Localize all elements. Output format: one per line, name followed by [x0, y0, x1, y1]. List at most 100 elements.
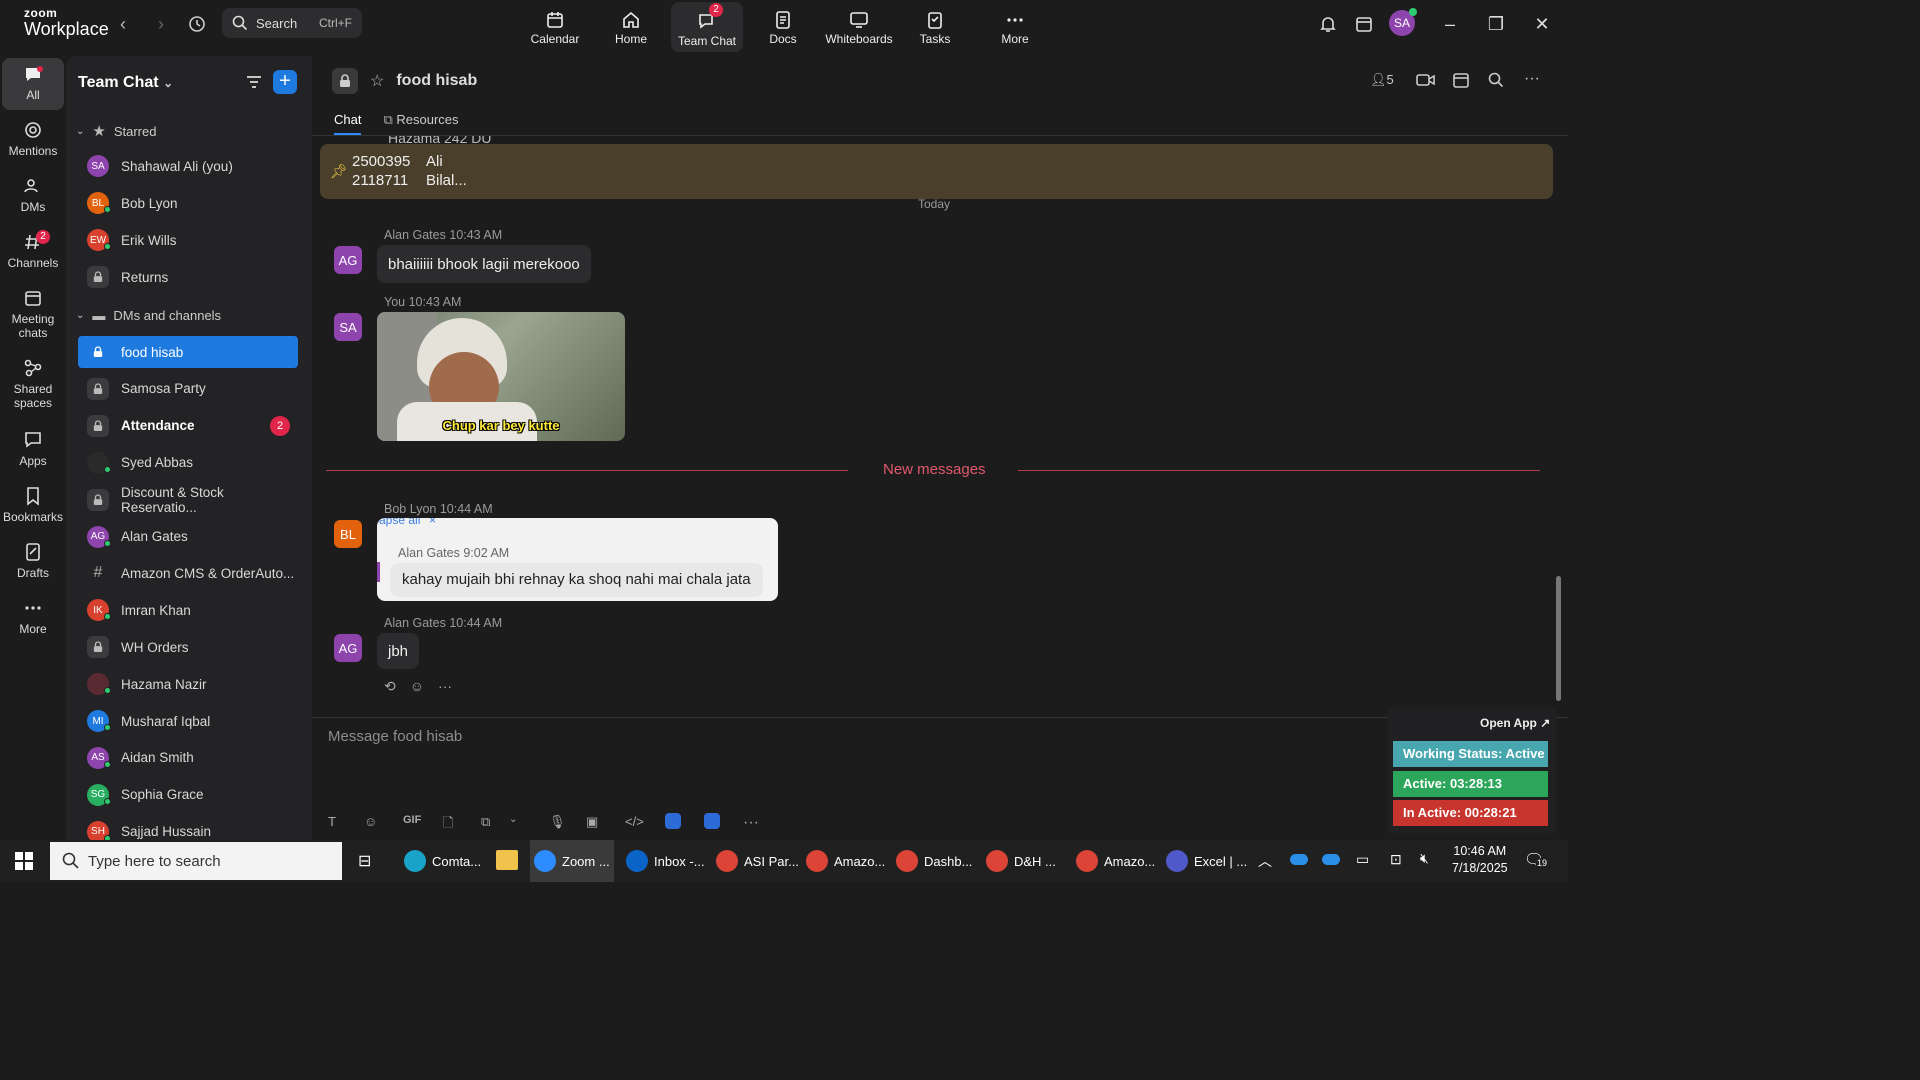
- notification-icon[interactable]: 🗨︎ 19: [1524, 850, 1549, 870]
- sidebar-item[interactable]: MI Musharaf Iqbal: [78, 705, 298, 737]
- taskbar-app[interactable]: Dashb...: [892, 840, 976, 882]
- rail-apps[interactable]: Apps: [2, 430, 64, 468]
- message-bubble[interactable]: jbh: [377, 633, 420, 669]
- message-bubble[interactable]: bhaiiiiii bhook lagii merekooo: [377, 245, 591, 283]
- microphone-icon[interactable]: 🎙︎: [549, 814, 566, 830]
- sidebar-item[interactable]: Discount & Stock Reservatio...: [78, 484, 298, 516]
- search-icon[interactable]: [1488, 72, 1504, 91]
- speaker-muted-icon[interactable]: 🔇︎: [1420, 850, 1429, 867]
- taskbar-app[interactable]: Zoom ...: [530, 840, 614, 882]
- tab-chat[interactable]: Chat: [334, 112, 362, 135]
- taskbar-app[interactable]: Amazo...: [802, 840, 889, 882]
- sidebar-item[interactable]: WH Orders: [78, 631, 298, 663]
- sender-name[interactable]: Bob Lyon: [384, 502, 436, 516]
- back-arrow-icon[interactable]: ‹: [112, 14, 134, 36]
- gif-button[interactable]: GIF: [403, 814, 421, 826]
- tab-home[interactable]: Home: [595, 0, 667, 52]
- calendar-app-icon[interactable]: [1354, 14, 1374, 34]
- rail-bookmarks[interactable]: Bookmarks: [2, 486, 64, 524]
- pinned-message[interactable]: 📌︎ 2500395 Ali 2118711 Bilal...: [320, 144, 1553, 199]
- taskbar-app[interactable]: Comta...: [400, 840, 485, 882]
- chat-title[interactable]: food hisab: [396, 72, 477, 90]
- sidebar-item[interactable]: IK Imran Khan: [78, 594, 298, 626]
- file-icon[interactable]: 🗋︎: [443, 814, 453, 836]
- video-call-icon[interactable]: [1416, 72, 1436, 91]
- sender-name[interactable]: Alan Gates: [384, 228, 446, 242]
- sidebar-item[interactable]: BL Bob Lyon: [78, 187, 298, 219]
- avatar[interactable]: AG: [334, 634, 362, 662]
- add-reaction-icon[interactable]: ☺: [410, 678, 424, 695]
- sidebar-item[interactable]: Returns: [78, 261, 298, 293]
- chevron-up-icon[interactable]: ︿: [1258, 851, 1272, 871]
- sender-name[interactable]: Alan Gates: [384, 616, 446, 630]
- avatar[interactable]: BL: [334, 520, 362, 548]
- tab-resources[interactable]: ⧉ Resources: [383, 112, 458, 135]
- rail-more[interactable]: More: [2, 598, 64, 636]
- sidebar-item[interactable]: Syed Abbas: [78, 447, 298, 479]
- taskbar-app[interactable]: Amazo...: [1072, 840, 1159, 882]
- forward-arrow-icon[interactable]: ›: [150, 14, 172, 36]
- sidebar-item[interactable]: Attendance 2: [78, 410, 298, 442]
- history-icon[interactable]: [186, 14, 208, 36]
- more-options-icon[interactable]: ···: [438, 678, 452, 695]
- tab-whiteboards[interactable]: Whiteboards: [823, 0, 895, 52]
- battery-icon[interactable]: ▭: [1356, 851, 1369, 868]
- rail-shared-spaces[interactable]: Shared spaces: [2, 358, 64, 410]
- sidebar-item[interactable]: SA Shahawal Ali (you): [78, 150, 298, 182]
- sidebar-title[interactable]: Team Chat ⌄: [78, 74, 173, 92]
- quoted-reply-card[interactable]: apse all × Alan Gates 9:02 AM kahay muja…: [377, 518, 778, 601]
- tab-team-chat[interactable]: 2 Team Chat: [671, 2, 743, 52]
- tab-docs[interactable]: Docs: [747, 0, 819, 52]
- sidebar-item[interactable]: SH Sajjad Hussain: [78, 816, 298, 840]
- windows-start-icon[interactable]: [15, 852, 33, 873]
- schedule-icon[interactable]: [1452, 71, 1470, 92]
- rail-meeting-chats[interactable]: Meeting chats: [2, 288, 64, 340]
- search-bar[interactable]: Search Ctrl+F: [222, 8, 362, 38]
- tab-tasks[interactable]: Tasks: [899, 0, 971, 52]
- more-options-icon[interactable]: ···: [1524, 70, 1540, 88]
- sidebar-item[interactable]: AS Aidan Smith: [78, 742, 298, 774]
- onedrive-icon[interactable]: [1290, 854, 1308, 865]
- rail-dms[interactable]: DMs: [2, 176, 64, 214]
- avatar[interactable]: AG: [334, 246, 362, 274]
- dms-section-header[interactable]: ⌄ ▬ DMs and channels: [76, 308, 221, 323]
- meme-image[interactable]: Chup kar bey kutte: [377, 312, 625, 441]
- sidebar-item[interactable]: AG Alan Gates: [78, 521, 298, 553]
- more-dots-icon[interactable]: ···: [743, 814, 759, 832]
- sidebar-item[interactable]: # Amazon CMS & OrderAuto...: [78, 557, 298, 589]
- minimize-icon[interactable]: –: [1440, 14, 1460, 34]
- composer-input[interactable]: Message food hisab: [328, 728, 462, 745]
- sidebar-item[interactable]: Hazama Nazir: [78, 668, 298, 700]
- taskbar-app[interactable]: Excel | ...: [1162, 840, 1251, 882]
- sidebar-item[interactable]: Samosa Party: [78, 373, 298, 405]
- app-icon[interactable]: [704, 813, 720, 829]
- code-icon[interactable]: </>: [625, 814, 644, 829]
- network-icon[interactable]: ⊡: [1390, 851, 1402, 868]
- rail-drafts[interactable]: Drafts: [2, 542, 64, 580]
- user-avatar[interactable]: SA: [1389, 8, 1417, 36]
- filter-icon[interactable]: [245, 73, 263, 94]
- chevron-down-icon[interactable]: ⌄: [509, 814, 517, 825]
- sidebar-item[interactable]: SG Sophia Grace: [78, 779, 298, 811]
- close-icon[interactable]: ✕: [1532, 14, 1552, 34]
- star-outline-icon[interactable]: ☆: [370, 71, 384, 91]
- reply-icon[interactable]: ⟲: [384, 678, 396, 695]
- taskbar-search[interactable]: Type here to search: [50, 842, 342, 880]
- open-app-link[interactable]: Open App ↗: [1480, 716, 1550, 730]
- sender-name[interactable]: You: [384, 295, 405, 309]
- avatar[interactable]: SA: [334, 313, 362, 341]
- rail-mentions[interactable]: Mentions: [2, 120, 64, 158]
- starred-section-header[interactable]: ⌄ ★ Starred: [76, 122, 156, 140]
- new-chat-button[interactable]: +: [273, 70, 297, 94]
- video-message-icon[interactable]: ▣: [586, 814, 598, 830]
- rail-channels[interactable]: 2 Channels: [2, 230, 64, 270]
- app-icon[interactable]: [665, 813, 681, 829]
- task-view-icon[interactable]: ⊟: [358, 851, 371, 871]
- taskbar-app[interactable]: Inbox -...: [622, 840, 709, 882]
- rail-all[interactable]: All: [2, 58, 64, 110]
- screenshot-icon[interactable]: ⧉: [481, 814, 490, 830]
- member-count[interactable]: 👤︎5: [1370, 72, 1394, 88]
- emoji-icon[interactable]: ☺: [364, 814, 377, 829]
- sidebar-item[interactable]: food hisab: [78, 336, 298, 368]
- tab-calendar[interactable]: Calendar: [519, 0, 591, 52]
